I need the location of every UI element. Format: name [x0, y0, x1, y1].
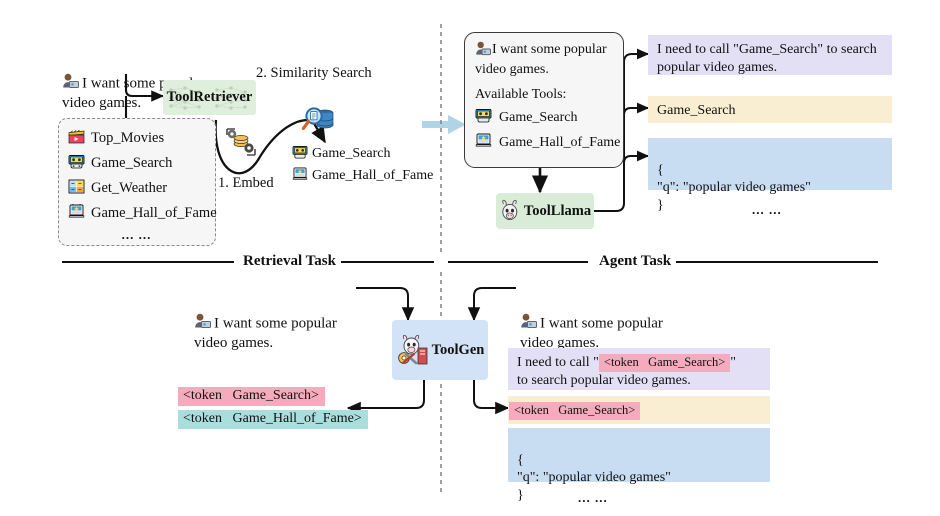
result-label: Game_Search	[312, 146, 391, 161]
embed-gears-icon	[224, 127, 258, 162]
args-text: { "q": "popular video games" }	[657, 162, 811, 213]
agent-input-panel: I want some popular video games. Availab…	[464, 32, 624, 168]
game-controller-icon	[292, 145, 308, 164]
tool-retriever-label: ToolRetriever	[166, 89, 253, 105]
user-icon	[475, 41, 492, 62]
thought-output-box: I need to call "Game_Search" to search p…	[648, 35, 892, 75]
result-label: Game_Hall_of_Fame	[312, 168, 434, 183]
action-output-box-toolgen: <token Game_Search>	[508, 396, 770, 424]
user-icon	[520, 296, 538, 335]
tool-retriever-box[interactable]: ToolRetriever	[163, 80, 256, 115]
toolgen-label: ToolGen	[431, 341, 485, 358]
trophy-robot-icon	[292, 167, 308, 186]
user-query-text: I want some popular video games.	[194, 315, 337, 352]
token-pill[interactable]: <token Game_Search>	[509, 402, 641, 420]
thought-suffix: "	[730, 355, 736, 370]
args-output-box: { "q": "popular video games" }	[648, 138, 892, 213]
thought-output-box-toolgen: I need to call " <token Game_Search> " to s…	[508, 348, 770, 390]
clapperboard-icon	[68, 129, 85, 149]
args-output-box-toolgen: { "q": "popular video games" }	[508, 428, 770, 503]
available-tools-label: Available Tools:	[475, 86, 567, 102]
action-output-box: Game_Search	[648, 96, 892, 123]
list-item-label: Get_Weather	[91, 180, 168, 196]
toolllama-chip[interactable]: ToolLlama	[496, 193, 594, 229]
similarity-search-icon	[300, 105, 336, 142]
token-pill[interactable]: <token Game_Hall_of_Fame>	[178, 410, 368, 429]
top-right-ellipsis: ... ...	[752, 202, 782, 217]
trophy-robot-icon	[475, 133, 492, 153]
user-query-text: I want some popular video games.	[520, 315, 663, 352]
result-row[interactable]: Game_Hall_of_Fame	[292, 165, 433, 187]
llama-icon	[499, 199, 521, 223]
action-text: Game_Search	[657, 103, 736, 118]
panel-tool-row[interactable]: Game_Hall_of_Fame	[475, 133, 620, 153]
panel-tool-label: Game_Hall_of_Fame	[499, 134, 621, 150]
toolgen-chip[interactable]: ToolGen	[392, 320, 488, 380]
retrieval-results: Game_Search Game_Hall_of_Fame	[292, 143, 433, 187]
weather-icon	[68, 179, 85, 199]
panel-tool-row[interactable]: Game_Search	[475, 108, 613, 128]
token-pill[interactable]: <token Game_Search>	[178, 387, 325, 406]
list-item[interactable]: Game_Hall_of_Fame	[68, 201, 217, 226]
user-query-bottom-left: I want some popular video games.	[194, 278, 394, 353]
llama-tools-icon	[396, 332, 430, 368]
list-item-label: Game_Hall_of_Fame	[91, 205, 217, 221]
result-row[interactable]: Game_Search	[292, 143, 433, 165]
panel-query: I want some popular video games.	[475, 41, 613, 79]
game-controller-icon	[68, 154, 85, 174]
step-2-similarity-label: 2. Similarity Search	[256, 65, 372, 81]
list-item-label: Game_Search	[91, 155, 173, 171]
toolllama-label: ToolLlama	[523, 202, 592, 219]
step-1-embed-label: 1. Embed	[218, 175, 274, 191]
list-item[interactable]: Get_Weather	[68, 176, 205, 201]
bottom-right-ellipsis: ... ...	[578, 490, 608, 505]
panel-query-text: I want some popular video games.	[475, 42, 607, 77]
thought-text: I need to call "Game_Search" to search p…	[657, 42, 877, 75]
thought-prefix: I need to call "	[517, 355, 599, 370]
retrieval-task-label: Retrieval Task	[238, 253, 341, 271]
thought-tail: to search popular video games.	[517, 372, 691, 388]
list-item[interactable]: Game_Search	[68, 151, 205, 176]
diagram-canvas: I want some popular video games. ToolRet…	[0, 0, 940, 516]
token-pill[interactable]: <token Game_Search>	[598, 354, 731, 372]
list-item-label: Top_Movies	[91, 130, 165, 146]
agent-task-label: Agent Task	[594, 253, 677, 271]
toolgen-token-list: <token Game_Search> <token Game_Hall_of_…	[178, 386, 368, 429]
tool-list-ellipsis: ... ...	[121, 227, 152, 242]
game-controller-icon	[475, 108, 492, 128]
list-item[interactable]: Top_Movies	[68, 126, 205, 151]
trophy-robot-icon	[68, 203, 85, 224]
user-query-bottom-right: I want some popular video games.	[520, 278, 730, 353]
transition-arrow	[422, 115, 466, 134]
panel-tool-label: Game_Search	[499, 109, 578, 125]
user-icon	[194, 296, 212, 335]
tool-candidate-list: Top_Movies Game_Search Get_Weather Game_…	[58, 118, 217, 246]
user-icon	[62, 56, 80, 95]
